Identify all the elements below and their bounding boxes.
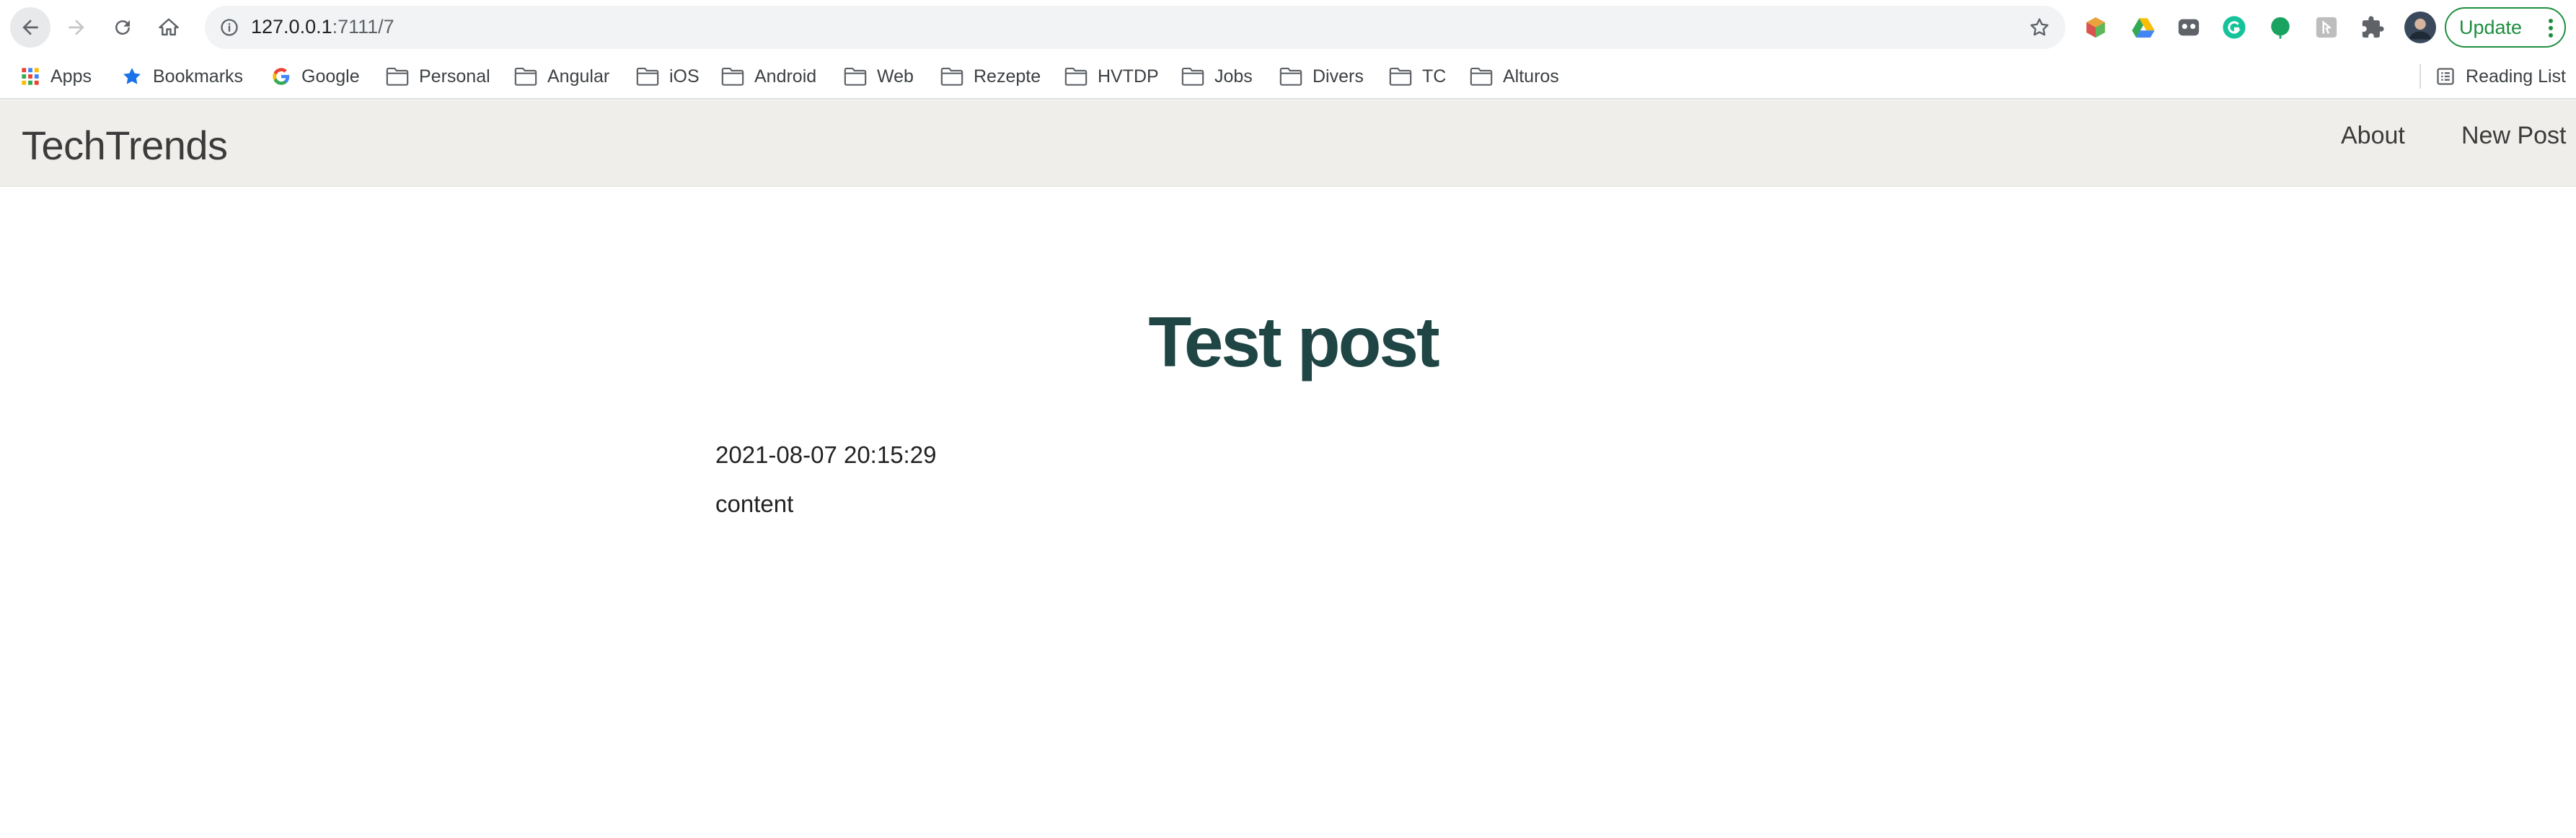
reload-button[interactable]: [102, 7, 143, 48]
forward-arrow-icon: [69, 19, 84, 35]
bookmark-label: Personal: [419, 66, 490, 87]
bookmark-label: Bookmarks: [153, 66, 244, 87]
folder-icon: [1181, 66, 1204, 87]
bookmark-label: Android: [754, 66, 817, 87]
site-info-icon[interactable]: [219, 17, 239, 41]
update-label: Update: [2459, 16, 2523, 38]
post-content: content: [715, 490, 794, 517]
mask-extension-icon[interactable]: [2176, 14, 2202, 40]
url-host: 127.0.0.1: [251, 16, 332, 38]
back-button[interactable]: [10, 7, 50, 48]
forward-button[interactable]: [56, 7, 97, 48]
bookmarks-bar: Apps Bookmarks Google Personal Angular i…: [0, 55, 2576, 100]
back-arrow-icon: [22, 19, 38, 35]
folder-icon: [1279, 66, 1302, 87]
bookmark-label: Divers: [1313, 66, 1364, 87]
bookmark-folder-hvtdp[interactable]: HVTDP: [1064, 62, 1159, 91]
folder-icon: [1064, 66, 1088, 87]
bookmark-folder-alturos[interactable]: Alturos: [1470, 62, 1559, 91]
nav-about-link[interactable]: About: [2341, 122, 2405, 150]
nav-new-post-link[interactable]: New Post: [2461, 122, 2567, 150]
folder-icon: [940, 66, 963, 87]
google-icon: [271, 66, 291, 87]
post-created-date: 2021-08-07 20:15:29: [715, 441, 937, 468]
cube-extension-icon[interactable]: [2083, 14, 2109, 40]
url-path: :7111/7: [332, 16, 394, 38]
reload-icon: [115, 20, 131, 35]
grammarly-icon[interactable]: [2221, 14, 2247, 40]
bookmark-label: Alturos: [1503, 66, 1559, 87]
bookmark-folder-ios[interactable]: iOS: [636, 62, 700, 91]
site-brand-link[interactable]: TechTrends: [22, 122, 228, 169]
bookmark-folder-web[interactable]: Web: [844, 62, 914, 91]
bookmark-folder-tc[interactable]: TC: [1389, 62, 1446, 91]
folder-icon: [1389, 66, 1412, 87]
folder-icon: [721, 66, 744, 87]
site-navbar: TechTrends About New Post: [0, 100, 2576, 187]
folder-icon: [514, 66, 537, 87]
bookmark-apps[interactable]: Apps: [20, 62, 92, 91]
url-text: 127.0.0.1:7111/7: [251, 16, 394, 38]
bookmark-label: Rezepte: [974, 66, 1041, 87]
reading-list-icon: [2435, 66, 2456, 87]
browser-toolbar: 127.0.0.1:7111/7 Update: [0, 0, 2576, 55]
bookmarks-divider: [2420, 64, 2422, 89]
reading-list-button[interactable]: Reading List: [2420, 62, 2566, 91]
bookmark-folder-rezepte[interactable]: Rezepte: [940, 62, 1041, 91]
folder-icon: [636, 66, 659, 87]
gray-extension-icon[interactable]: [2313, 14, 2339, 40]
bookmark-folder-jobs[interactable]: Jobs: [1181, 62, 1253, 91]
bookmark-label: HVTDP: [1098, 66, 1159, 87]
bookmark-label: iOS: [669, 66, 700, 87]
address-bar[interactable]: 127.0.0.1:7111/7: [205, 6, 2065, 49]
folder-icon: [1470, 66, 1493, 87]
bookmark-label: Angular: [547, 66, 610, 87]
reading-list-label: Reading List: [2466, 66, 2566, 87]
bookmark-bookmarks[interactable]: Bookmarks: [121, 62, 243, 91]
folder-icon: [844, 66, 867, 87]
google-drive-icon[interactable]: [2130, 14, 2156, 40]
bookmark-label: Web: [877, 66, 914, 87]
folder-icon: [386, 66, 409, 87]
apps-grid-icon: [20, 66, 40, 87]
bookmark-folder-android[interactable]: Android: [721, 62, 816, 91]
home-icon: [159, 18, 179, 36]
green-leaf-extension-icon[interactable]: [2267, 14, 2293, 40]
profile-avatar[interactable]: [2404, 12, 2436, 43]
bookmark-label: Apps: [50, 66, 92, 87]
bookmark-google[interactable]: Google: [271, 62, 360, 91]
update-button[interactable]: Update: [2445, 7, 2566, 48]
puzzle-icon[interactable]: [2360, 14, 2386, 40]
bookmark-star-icon[interactable]: [2028, 16, 2051, 43]
bookmark-label: TC: [1422, 66, 1447, 87]
more-vert-icon: [2547, 17, 2554, 43]
post-title: Test post: [1148, 302, 1439, 381]
bookmark-folder-personal[interactable]: Personal: [386, 62, 490, 91]
bookmark-folder-divers[interactable]: Divers: [1279, 62, 1364, 91]
home-button[interactable]: [149, 7, 189, 48]
bookmark-label: Google: [301, 66, 360, 87]
bookmark-label: Jobs: [1214, 66, 1253, 87]
star-icon: [121, 66, 143, 87]
bookmark-folder-angular[interactable]: Angular: [514, 62, 609, 91]
